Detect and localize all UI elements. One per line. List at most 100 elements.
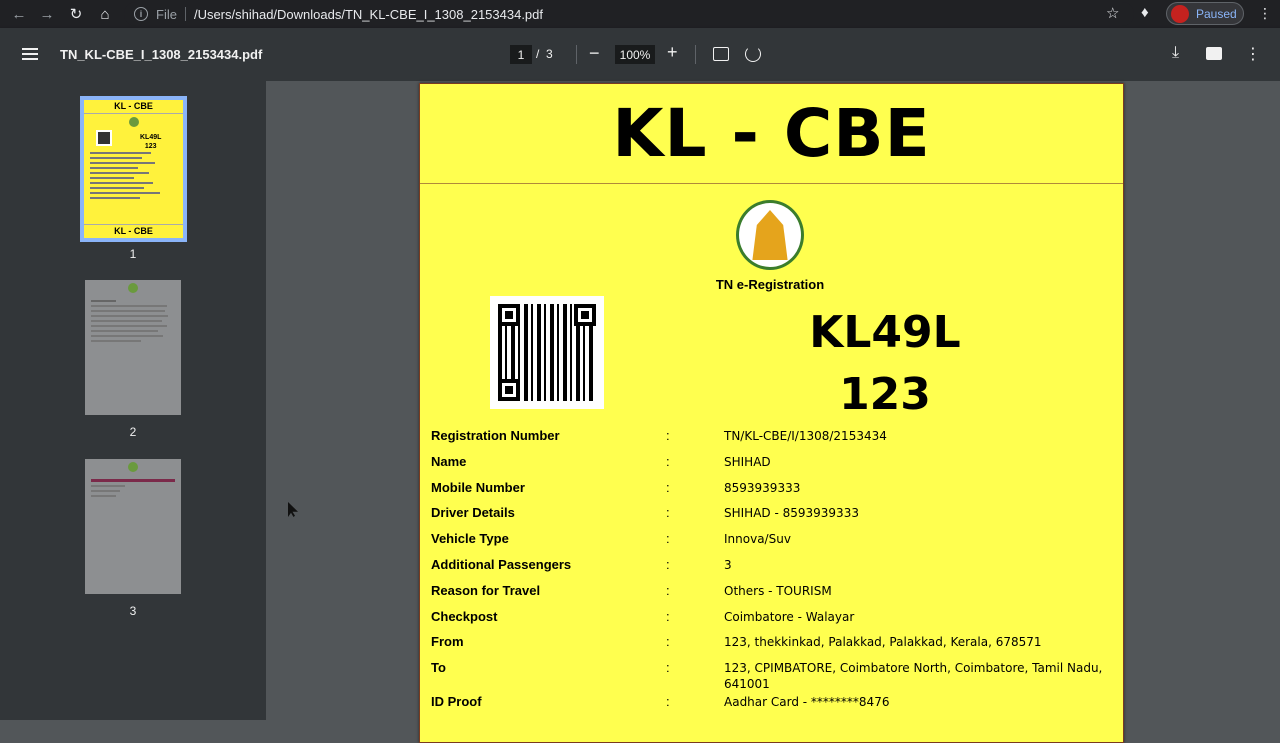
rotate-icon[interactable] xyxy=(745,46,761,62)
detail-label: Mobile Number xyxy=(431,479,525,495)
detail-value: Aadhar Card - ********8476 xyxy=(724,695,890,710)
detail-row: Mobile Number : 8593939333 xyxy=(431,480,1121,506)
detail-separator: : xyxy=(666,453,670,469)
detail-row: Driver Details : SHIHAD - 8593939333 xyxy=(431,505,1121,531)
thumbnail-plate-line-1: KL49L xyxy=(140,134,162,141)
thumbnail-sidebar: KL - CBE KL49L 123 KL - CBE 1 2 3 xyxy=(0,81,266,720)
more-actions-icon[interactable]: ⋮ xyxy=(1245,44,1261,64)
bookmark-star-icon[interactable]: ☆ xyxy=(1106,4,1119,22)
detail-separator: : xyxy=(666,556,670,572)
thumbnail-text-lines xyxy=(91,479,175,500)
toolbar-divider xyxy=(695,45,696,64)
zoom-out-icon[interactable]: − xyxy=(589,43,600,64)
detail-value: SHIHAD xyxy=(724,454,771,469)
thumbnail-qr xyxy=(96,130,112,146)
detail-row: Name : SHIHAD xyxy=(431,454,1121,480)
detail-separator: : xyxy=(666,660,670,676)
page-total: 3 xyxy=(546,47,553,61)
detail-value: 123, CPIMBATORE, Coimbatore North, Coimb… xyxy=(724,661,1103,692)
home-icon[interactable]: ⌂ xyxy=(91,0,119,28)
page-thumbnail-2[interactable] xyxy=(85,280,181,415)
address-bar[interactable]: i File /Users/shihad/Downloads/TN_KL-CBE… xyxy=(124,2,1134,26)
extensions-icon[interactable]: ♦ xyxy=(1141,4,1149,21)
print-icon[interactable] xyxy=(1206,47,1222,60)
detail-label: To xyxy=(431,660,446,676)
detail-label: Name xyxy=(431,453,467,469)
detail-value: SHIHAD - 8593939333 xyxy=(724,506,859,521)
profile-status: Paused xyxy=(1196,6,1237,21)
pdf-toolbar: TN_KL-CBE_I_1308_2153434.pdf 1 / 3 − 100… xyxy=(0,28,1280,81)
page-thumbnail-3[interactable] xyxy=(85,459,181,594)
detail-row: Reason for Travel : Others - TOURISM xyxy=(431,583,1121,609)
back-icon[interactable]: ← xyxy=(5,0,33,28)
download-icon[interactable]: ⤓ xyxy=(1172,44,1179,62)
detail-separator: : xyxy=(666,428,670,443)
tamil-nadu-emblem-icon xyxy=(736,200,804,270)
detail-separator: : xyxy=(666,608,670,624)
page-separator: / xyxy=(536,47,540,61)
detail-separator: : xyxy=(666,531,670,547)
route-title: KL - CBE xyxy=(612,95,931,172)
detail-label: Vehicle Type xyxy=(431,531,509,547)
detail-value: 123, thekkinkad, Palakkad, Palakkad, Ker… xyxy=(724,635,1042,650)
pdf-page: KL - CBE TN e-Registration KL49L 123 Reg… xyxy=(419,83,1124,743)
detail-row: Vehicle Type : Innova/Suv xyxy=(431,531,1121,557)
zoom-in-icon[interactable]: + xyxy=(667,42,678,63)
qr-code xyxy=(490,296,604,409)
fit-page-icon[interactable] xyxy=(713,47,729,61)
thumbnail-emblem xyxy=(128,117,139,127)
detail-separator: : xyxy=(666,634,670,650)
detail-separator: : xyxy=(666,505,670,521)
detail-separator: : xyxy=(666,582,670,598)
pdf-viewer[interactable]: KL - CBE TN e-Registration KL49L 123 Reg… xyxy=(266,81,1280,743)
detail-value: Innova/Suv xyxy=(724,532,791,547)
plate-line-2: 123 xyxy=(839,369,931,420)
forward-icon[interactable]: → xyxy=(33,0,61,28)
detail-label: Checkpost xyxy=(431,608,498,624)
detail-value: 3 xyxy=(724,557,732,572)
toolbar-divider xyxy=(576,45,577,64)
detail-value: 8593939333 xyxy=(724,480,801,495)
thumbnail-emblem xyxy=(128,283,138,293)
avatar xyxy=(1171,4,1189,23)
vehicle-plate: KL49L 123 xyxy=(780,302,990,426)
page-number-input[interactable]: 1 xyxy=(510,45,532,64)
page-header: KL - CBE xyxy=(420,84,1123,184)
issuer-label: TN e-Registration xyxy=(715,277,825,292)
detail-separator: : xyxy=(666,479,670,495)
url-separator xyxy=(184,7,186,21)
url-text[interactable]: /Users/shihad/Downloads/TN_KL-CBE_I_1308… xyxy=(194,7,543,22)
plate-line-1: KL49L xyxy=(809,307,961,358)
detail-row: ID Proof : Aadhar Card - ********8476 xyxy=(431,694,1121,720)
browser-toolbar: ← → ↻ ⌂ i File /Users/shihad/Downloads/T… xyxy=(0,0,1280,28)
zoom-level-input[interactable]: 100% xyxy=(615,45,655,64)
detail-row: To : 123, CPIMBATORE, Coimbatore North, … xyxy=(431,660,1121,694)
document-title: TN_KL-CBE_I_1308_2153434.pdf xyxy=(60,47,263,62)
menu-icon[interactable] xyxy=(22,48,38,60)
thumbnail-header: KL - CBE xyxy=(84,100,183,114)
site-info-icon[interactable]: i xyxy=(134,7,148,21)
page-thumbnail-1[interactable]: KL - CBE KL49L 123 KL - CBE xyxy=(80,96,187,242)
thumbnail-number-2: 2 xyxy=(129,425,137,439)
detail-row: Additional Passengers : 3 xyxy=(431,557,1121,583)
thumbnail-number-1: 1 xyxy=(129,247,137,261)
detail-label: Registration Number xyxy=(431,428,560,443)
thumbnail-plate: KL49L 123 xyxy=(140,133,161,151)
thumbnail-text-lines xyxy=(90,152,177,202)
detail-row: Registration Number : TN/KL-CBE/I/1308/2… xyxy=(431,428,1121,454)
detail-label: Reason for Travel xyxy=(431,582,541,598)
detail-value: TN/KL-CBE/I/1308/2153434 xyxy=(724,429,887,443)
detail-separator: : xyxy=(666,694,670,710)
profile-button[interactable]: Paused xyxy=(1166,2,1244,25)
thumbnail-number-3: 3 xyxy=(129,604,137,618)
browser-menu-icon[interactable]: ⋮ xyxy=(1258,5,1272,22)
thumbnail-text-lines xyxy=(91,300,175,345)
detail-value: Coimbatore - Walayar xyxy=(724,609,855,624)
detail-label: ID Proof xyxy=(431,694,482,710)
detail-value: Others - TOURISM xyxy=(724,583,832,598)
detail-label: Additional Passengers xyxy=(431,556,572,572)
reload-icon[interactable]: ↻ xyxy=(62,0,90,28)
thumbnail-plate-line-2: 123 xyxy=(144,143,157,150)
url-scheme-label: File xyxy=(156,6,177,22)
detail-row: Checkpost : Coimbatore - Walayar xyxy=(431,609,1121,635)
